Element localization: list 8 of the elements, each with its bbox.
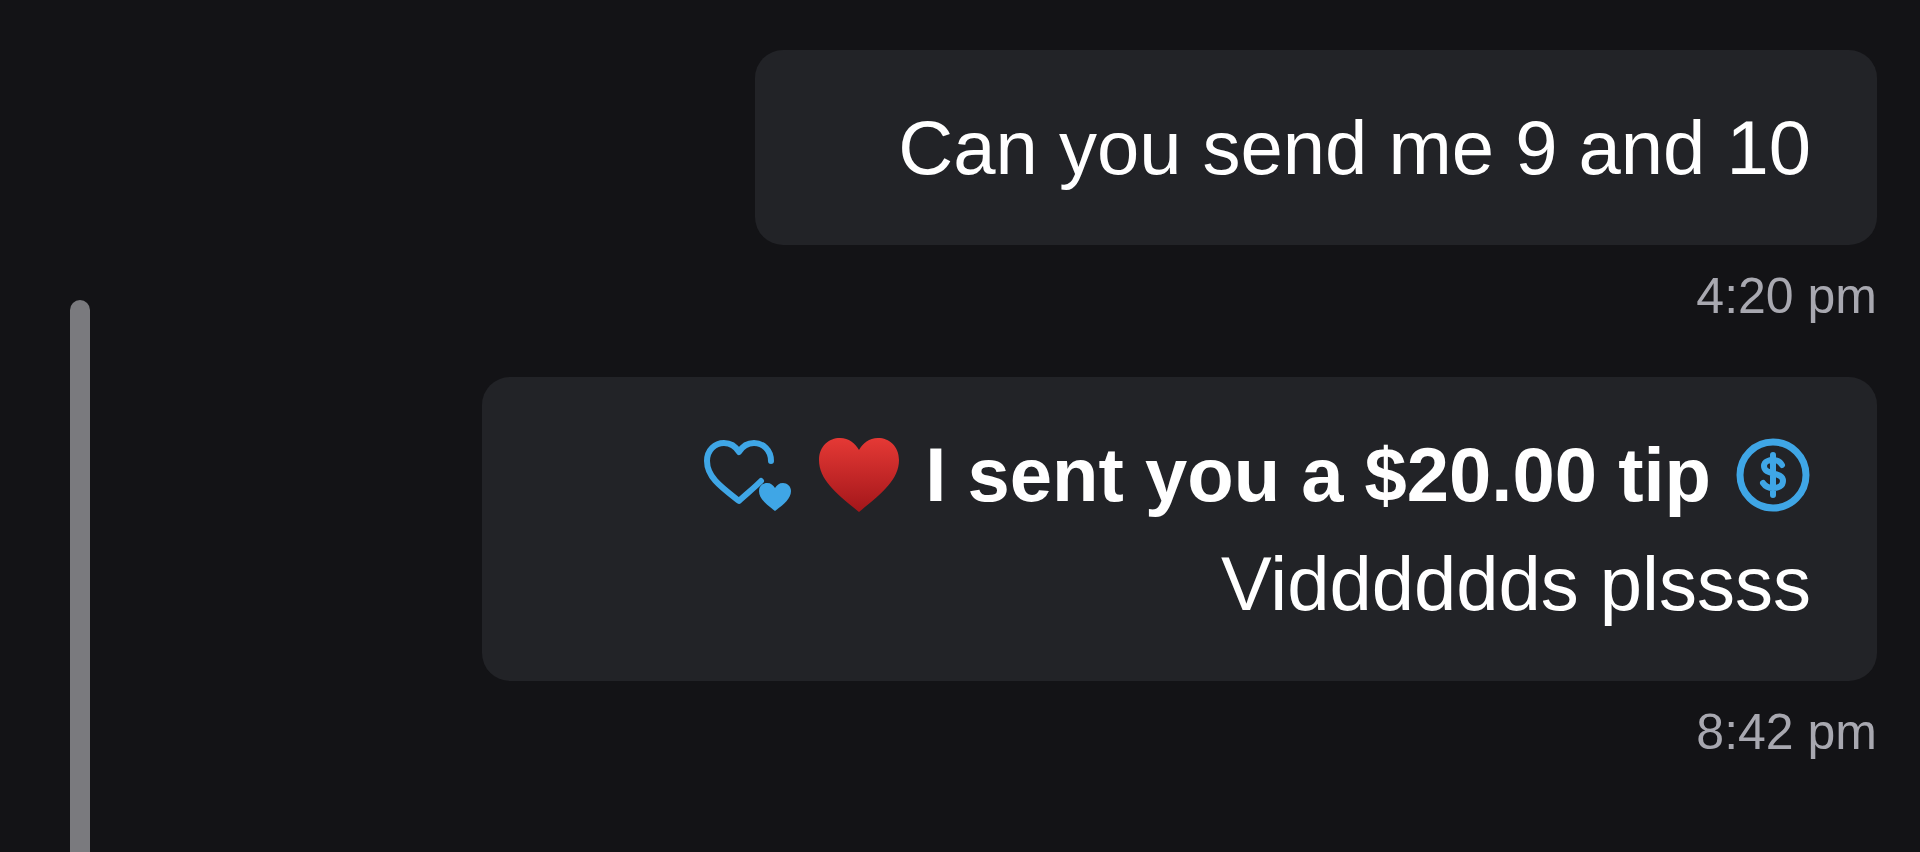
scrollbar[interactable] bbox=[70, 300, 90, 852]
dollar-icon bbox=[1735, 436, 1811, 513]
message-time: 8:42 pm bbox=[1696, 703, 1877, 761]
tip-text: I sent you a $20.00 tip bbox=[925, 431, 1711, 519]
heart-icon bbox=[817, 435, 902, 514]
message-text: Can you send me 9 and 10 bbox=[898, 104, 1811, 192]
message-time: 4:20 pm bbox=[1696, 267, 1877, 325]
message-text: Vidddddds plssss bbox=[1220, 540, 1811, 628]
